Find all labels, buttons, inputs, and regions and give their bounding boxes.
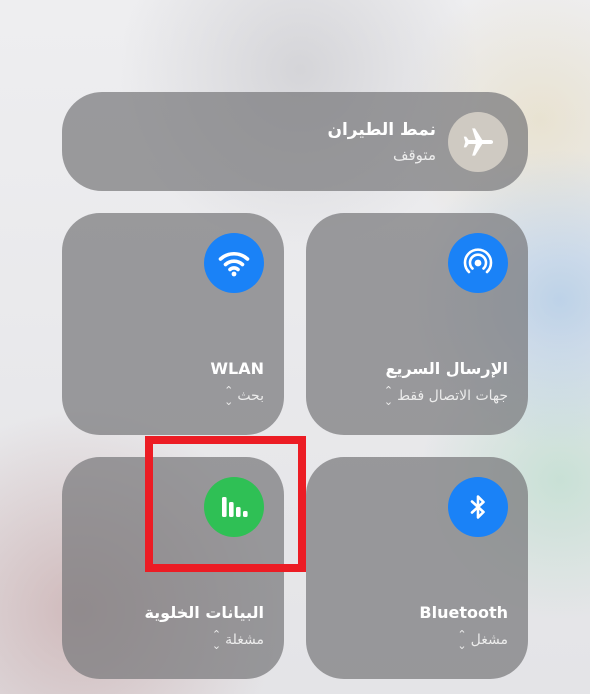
bluetooth-tile[interactable]: Bluetooth ⌃ ⌄ مشغل (306, 457, 528, 679)
cellular-toggle[interactable] (204, 477, 264, 537)
bluetooth-status-row[interactable]: ⌃ ⌄ مشغل (457, 629, 508, 651)
chevron-updown-icon: ⌃ ⌄ (211, 628, 222, 652)
airdrop-icon (463, 248, 493, 274)
wifi-status-row[interactable]: ⌃ ⌄ بحث (224, 385, 264, 407)
chevron-updown-icon: ⌃ ⌄ (457, 628, 467, 652)
bluetooth-icon (470, 495, 485, 519)
chevron-updown-icon: ⌃ ⌄ (383, 384, 394, 408)
airplane-icon (463, 128, 494, 156)
cellular-status: مشغلة (225, 632, 264, 648)
airplane-mode-toggle[interactable] (448, 112, 508, 172)
wifi-status: بحث (237, 388, 264, 404)
cellular-label: البيانات الخلوية (144, 603, 264, 622)
bluetooth-label: Bluetooth (419, 603, 508, 622)
airplane-mode-status: متوقف (392, 146, 436, 164)
airdrop-label: الإرسال السريع (385, 359, 508, 378)
bluetooth-toggle[interactable] (448, 477, 508, 537)
cellular-tile[interactable]: البيانات الخلوية ⌃ ⌄ مشغلة (62, 457, 284, 679)
airdrop-status-row[interactable]: ⌃ ⌄ جهات الاتصال فقط (384, 385, 508, 407)
airdrop-status: جهات الاتصال فقط (397, 388, 508, 404)
airdrop-tile[interactable]: الإرسال السريع ⌃ ⌄ جهات الاتصال فقط (306, 213, 528, 435)
bluetooth-status: مشغل (470, 632, 508, 648)
cellular-status-row[interactable]: ⌃ ⌄ مشغلة (212, 629, 264, 651)
wifi-toggle[interactable] (204, 233, 264, 293)
chevron-updown-icon: ⌃ ⌄ (224, 384, 234, 408)
airplane-mode-tile[interactable]: نمط الطيران متوقف (62, 92, 528, 191)
airdrop-toggle[interactable] (448, 233, 508, 293)
wifi-tile[interactable]: WLAN ⌃ ⌄ بحث (62, 213, 284, 435)
wifi-icon (218, 251, 250, 277)
cellular-icon (222, 497, 248, 517)
wifi-label: WLAN (210, 359, 264, 378)
airplane-mode-label: نمط الطيران (327, 120, 436, 140)
